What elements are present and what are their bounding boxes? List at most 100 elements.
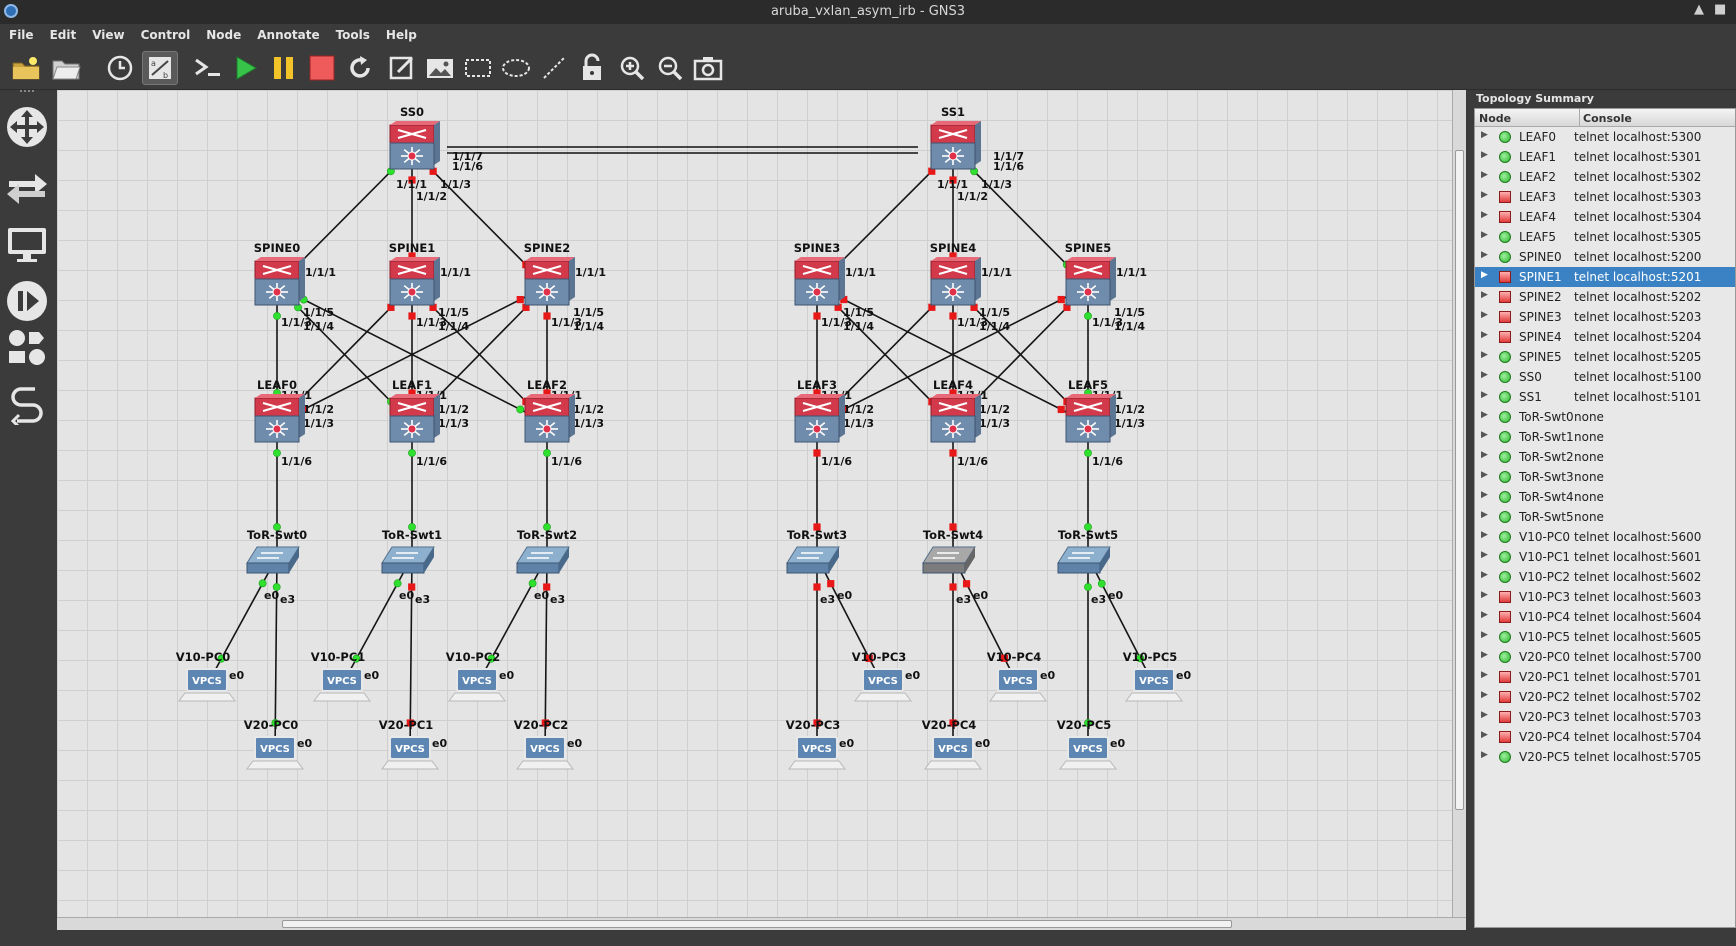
column-header-node[interactable]: Node <box>1479 112 1511 125</box>
column-header-console[interactable]: Console <box>1583 112 1632 125</box>
node-label[interactable]: V10-PC3 <box>852 650 907 664</box>
summary-row-leaf5[interactable]: ▶ LEAF5 telnet localhost:5305 <box>1475 227 1735 247</box>
node-tor-swt0[interactable]: ToR-Swt0 <box>246 528 307 574</box>
node-spine0[interactable]: SPINE0 <box>254 241 305 306</box>
horizontal-scrollbar[interactable] <box>57 917 1466 930</box>
summary-row-tor-swt3[interactable]: ▶ ToR-Swt3 none <box>1475 467 1735 487</box>
summary-row-v20-pc3[interactable]: ▶ V20-PC3 telnet localhost:5703 <box>1475 707 1735 727</box>
summary-row-v10-pc2[interactable]: ▶ V10-PC2 telnet localhost:5602 <box>1475 567 1735 587</box>
new-project-icon[interactable] <box>8 51 44 85</box>
node-label[interactable]: SPINE2 <box>524 241 570 255</box>
node-label[interactable]: LEAF3 <box>797 378 837 392</box>
summary-row-leaf4[interactable]: ▶ LEAF4 telnet localhost:5304 <box>1475 207 1735 227</box>
node-ss0[interactable]: SS0 <box>389 105 440 170</box>
node-leaf1[interactable]: LEAF1 <box>389 378 440 443</box>
node-label[interactable]: ToR-Swt1 <box>382 528 442 542</box>
node-v10-pc1[interactable]: VPCS V10-PC1 <box>311 650 371 702</box>
summary-row-v10-pc0[interactable]: ▶ V10-PC0 telnet localhost:5600 <box>1475 527 1735 547</box>
node-label[interactable]: V20-PC0 <box>244 718 299 732</box>
node-v20-pc5[interactable]: VPCS V20-PC5 <box>1057 718 1117 770</box>
summary-row-v10-pc1[interactable]: ▶ V10-PC1 telnet localhost:5601 <box>1475 547 1735 567</box>
summary-row-tor-swt5[interactable]: ▶ ToR-Swt5 none <box>1475 507 1735 527</box>
link-tor-swt0-v10-pc0[interactable] <box>206 556 278 686</box>
vertical-scrollbar[interactable] <box>1452 90 1466 917</box>
node-v20-pc2[interactable]: VPCS V20-PC2 <box>514 718 574 770</box>
node-v20-pc0[interactable]: VPCS V20-PC0 <box>244 718 304 770</box>
expand-arrow-icon[interactable]: ▶ <box>1481 230 1488 240</box>
link-tor-swt1-v10-pc1[interactable] <box>341 556 413 686</box>
expand-arrow-icon[interactable]: ▶ <box>1481 150 1488 160</box>
summary-row-leaf2[interactable]: ▶ LEAF2 telnet localhost:5302 <box>1475 167 1735 187</box>
zoom-out-icon[interactable] <box>652 51 688 85</box>
expand-arrow-icon[interactable]: ▶ <box>1481 430 1488 440</box>
menu-file[interactable]: File <box>0 24 41 46</box>
node-label[interactable]: ToR-Swt5 <box>1058 528 1118 542</box>
insert-image-icon[interactable] <box>422 51 458 85</box>
open-project-icon[interactable] <box>48 51 84 85</box>
start-all-icon[interactable] <box>228 51 264 85</box>
console-all-icon[interactable] <box>190 51 226 85</box>
node-label[interactable]: ToR-Swt0 <box>247 528 307 542</box>
node-label[interactable]: ToR-Swt3 <box>787 528 847 542</box>
node-label[interactable]: ToR-Swt2 <box>517 528 577 542</box>
menu-view[interactable]: View <box>83 24 131 46</box>
expand-arrow-icon[interactable]: ▶ <box>1481 490 1488 500</box>
summary-row-spine3[interactable]: ▶ SPINE3 telnet localhost:5203 <box>1475 307 1735 327</box>
summary-row-tor-swt0[interactable]: ▶ ToR-Swt0 none <box>1475 407 1735 427</box>
screenshot-icon[interactable] <box>690 51 726 85</box>
node-leaf3[interactable]: LEAF3 <box>794 378 845 443</box>
node-v20-pc4[interactable]: VPCS V20-PC4 <box>922 718 982 770</box>
expand-arrow-icon[interactable]: ▶ <box>1481 450 1488 460</box>
vertical-scrollbar-thumb[interactable] <box>1455 150 1464 810</box>
topology-diagram[interactable]: 1/1/11/1/21/1/31/1/71/1/61/1/11/1/21/1/3… <box>57 90 1452 917</box>
summary-row-v20-pc5[interactable]: ▶ V20-PC5 telnet localhost:5705 <box>1475 747 1735 767</box>
summary-row-leaf3[interactable]: ▶ LEAF3 telnet localhost:5303 <box>1475 187 1735 207</box>
node-label[interactable]: LEAF0 <box>257 378 297 392</box>
node-v10-pc2[interactable]: VPCS V10-PC2 <box>446 650 506 702</box>
node-label[interactable]: V20-PC3 <box>786 718 841 732</box>
expand-arrow-icon[interactable]: ▶ <box>1481 210 1488 220</box>
summary-row-spine1[interactable]: ▶ SPINE1 telnet localhost:5201 <box>1475 267 1735 287</box>
summary-row-spine5[interactable]: ▶ SPINE5 telnet localhost:5205 <box>1475 347 1735 367</box>
summary-row-leaf1[interactable]: ▶ LEAF1 telnet localhost:5301 <box>1475 147 1735 167</box>
draw-line-icon[interactable] <box>536 51 572 85</box>
node-label[interactable]: LEAF2 <box>527 378 567 392</box>
menu-node[interactable]: Node <box>197 24 248 46</box>
zoom-in-icon[interactable] <box>614 51 650 85</box>
menu-tools[interactable]: Tools <box>327 24 377 46</box>
snapshot-clock-icon[interactable] <box>102 51 138 85</box>
expand-arrow-icon[interactable]: ▶ <box>1481 350 1488 360</box>
node-label[interactable]: SPINE0 <box>254 241 300 255</box>
expand-arrow-icon[interactable]: ▶ <box>1481 410 1488 420</box>
expand-arrow-icon[interactable]: ▶ <box>1481 270 1488 280</box>
expand-arrow-icon[interactable]: ▶ <box>1481 470 1488 480</box>
summary-row-v20-pc0[interactable]: ▶ V20-PC0 telnet localhost:5700 <box>1475 647 1735 667</box>
menu-edit[interactable]: Edit <box>41 24 84 46</box>
summary-row-v10-pc5[interactable]: ▶ V10-PC5 telnet localhost:5605 <box>1475 627 1735 647</box>
node-label[interactable]: V20-PC5 <box>1057 718 1112 732</box>
close-icon[interactable]: ■ <box>1714 2 1726 17</box>
menu-help[interactable]: Help <box>377 24 424 46</box>
expand-arrow-icon[interactable]: ▶ <box>1481 590 1488 600</box>
lock-icon[interactable] <box>574 51 610 85</box>
link-tor-swt5-v10-pc5[interactable] <box>1087 556 1155 686</box>
node-spine5[interactable]: SPINE5 <box>1065 241 1116 306</box>
reload-all-icon[interactable] <box>342 51 378 85</box>
expand-arrow-icon[interactable]: ▶ <box>1481 610 1488 620</box>
node-tor-swt3[interactable]: ToR-Swt3 <box>786 528 847 574</box>
expand-arrow-icon[interactable]: ▶ <box>1481 250 1488 260</box>
summary-row-spine2[interactable]: ▶ SPINE2 telnet localhost:5202 <box>1475 287 1735 307</box>
draw-ellipse-icon[interactable] <box>498 51 534 85</box>
node-v20-pc3[interactable]: VPCS V20-PC3 <box>786 718 846 770</box>
expand-arrow-icon[interactable]: ▶ <box>1481 330 1488 340</box>
node-v10-pc0[interactable]: VPCS V10-PC0 <box>176 650 236 702</box>
topology-canvas[interactable]: 1/1/1 1/1/2 1/1/3 1/1/7 1/1/6 1/1/1 1/1/2 1/1/3… <box>57 90 1452 917</box>
node-label[interactable]: LEAF4 <box>933 378 973 392</box>
summary-row-tor-swt4[interactable]: ▶ ToR-Swt4 none <box>1475 487 1735 507</box>
browse-all-devices-icon[interactable] <box>4 324 50 374</box>
node-label[interactable]: SPINE4 <box>930 241 976 255</box>
draw-rectangle-icon[interactable] <box>460 51 496 85</box>
summary-row-ss1[interactable]: ▶ SS1 telnet localhost:5101 <box>1475 387 1735 407</box>
expand-arrow-icon[interactable]: ▶ <box>1481 630 1488 640</box>
summary-row-v20-pc4[interactable]: ▶ V20-PC4 telnet localhost:5704 <box>1475 727 1735 747</box>
